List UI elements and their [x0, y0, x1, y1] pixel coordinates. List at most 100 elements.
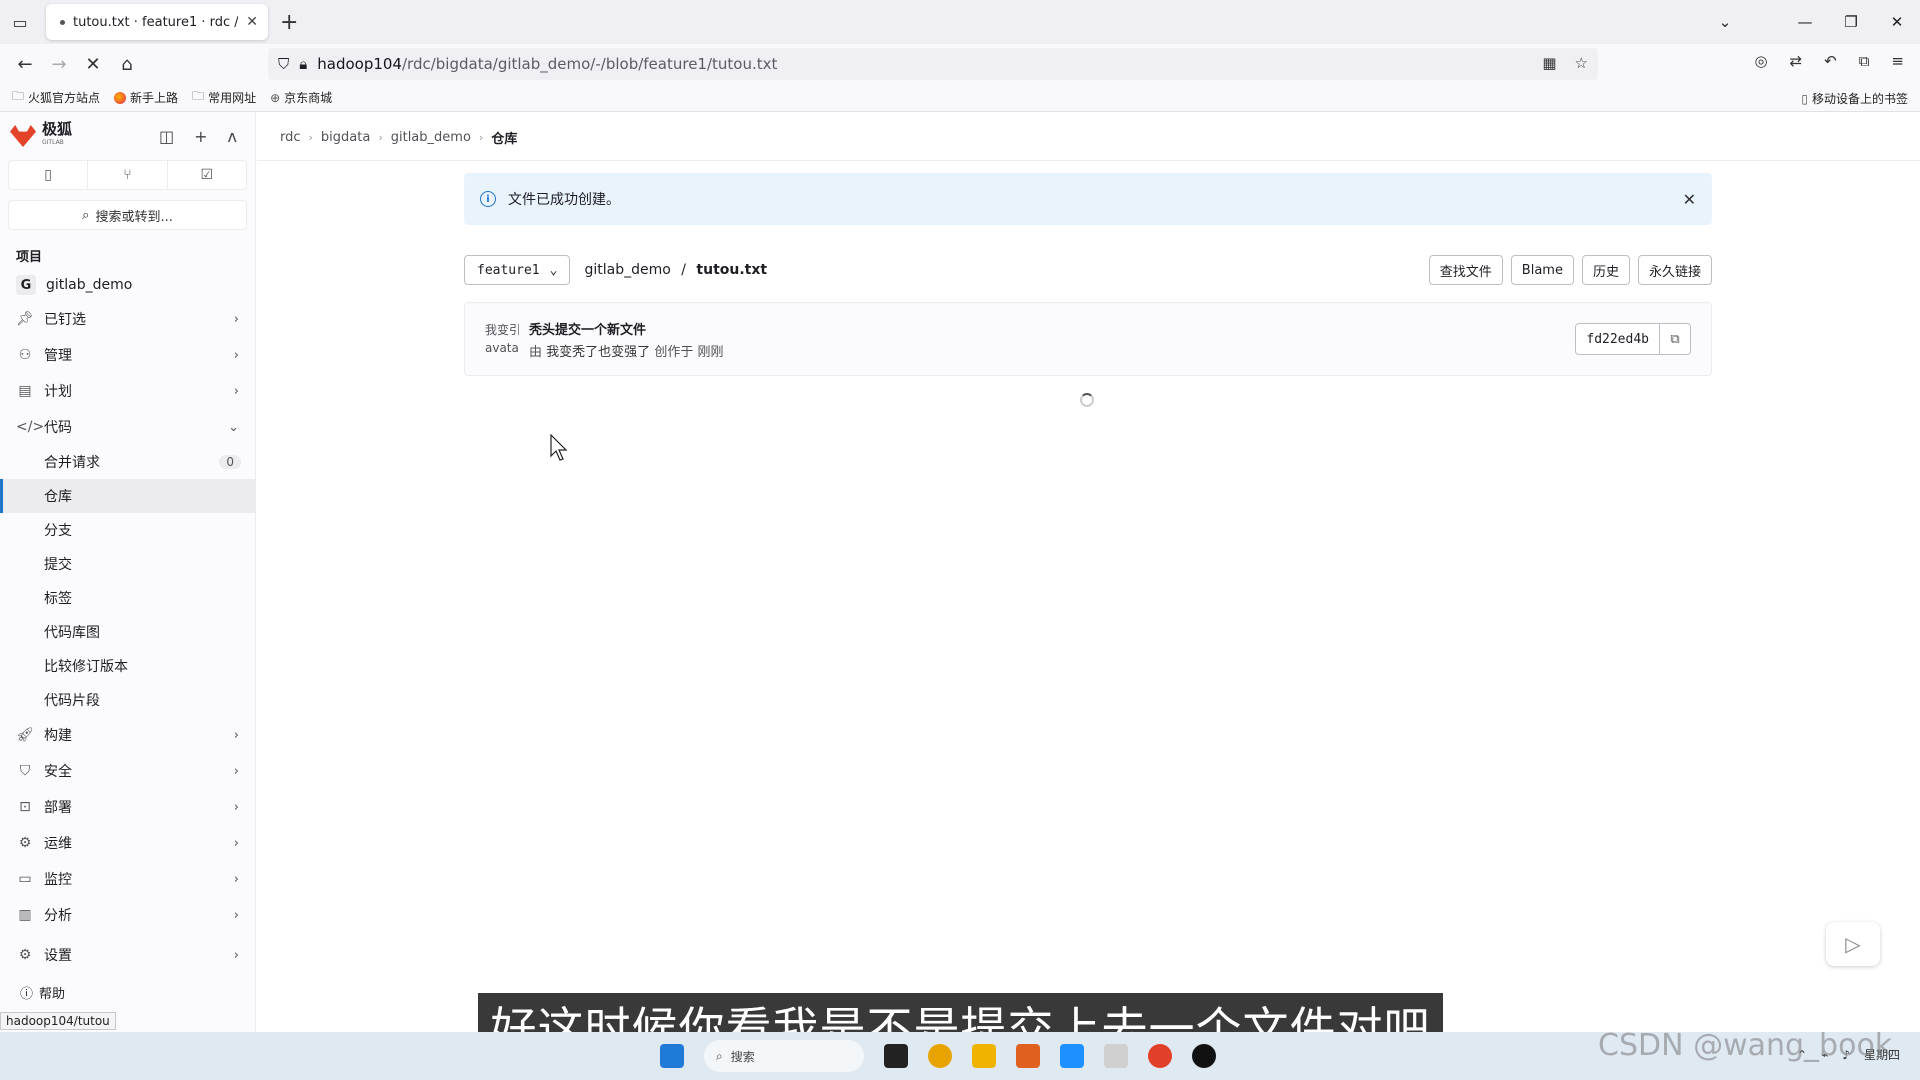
blame-button[interactable]: Blame [1510, 255, 1574, 285]
breadcrumb-repository[interactable]: 仓库 [491, 128, 517, 147]
breadcrumb-separator-icon: › [478, 131, 484, 144]
chevron-right-icon: › [233, 907, 239, 923]
sidebar-subitem-compare-revisions[interactable]: 比较修订版本 [0, 649, 255, 683]
permalink-button[interactable]: 永久链接 [1637, 255, 1712, 285]
restore-icon[interactable]: ❐ [1828, 13, 1874, 31]
sidebar-subitem-branches[interactable]: 分支 [0, 513, 255, 547]
alert-close-icon[interactable]: ✕ [1683, 190, 1696, 209]
sidebar-item-plan[interactable]: ▤ 计划 › [0, 373, 255, 409]
windows-start-icon[interactable] [660, 1044, 684, 1068]
back-arrow-icon[interactable]: ← [10, 49, 40, 79]
forward-arrow-icon[interactable]: → [44, 49, 74, 79]
history-button[interactable]: 历史 [1581, 255, 1630, 285]
breadcrumb-gitlab-demo[interactable]: gitlab_demo [391, 130, 471, 145]
commit-sha[interactable]: fd22ed4b [1576, 324, 1660, 354]
bookmark-jd[interactable]: ⊕ 京东商城 [270, 89, 332, 106]
sidebar-subitem-tags[interactable]: 标签 [0, 581, 255, 615]
chevron-right-icon: › [233, 871, 239, 887]
find-file-button[interactable]: 查找文件 [1428, 255, 1503, 285]
browser-tab-active[interactable]: tutou.txt · feature1 · rdc / big ✕ [46, 4, 268, 40]
chevron-right-icon: › [233, 799, 239, 815]
bookmark-getting-started[interactable]: 新手上路 [114, 89, 178, 106]
folder-icon: 🗀 [192, 89, 205, 103]
app-firefox-icon[interactable] [1148, 1044, 1172, 1068]
firefox-icon [114, 91, 127, 104]
issues-icon[interactable]: ▯ [9, 161, 89, 189]
sidebar-item-pinned[interactable]: 📌︎ 已钉选 › [0, 301, 255, 337]
user-avatar[interactable]: ʌ [228, 127, 237, 146]
sidebar-subitem-snippets[interactable]: 代码片段 [0, 683, 255, 717]
taskbar-search[interactable]: ⌕ 搜索 [704, 1040, 864, 1072]
new-tab-plus-icon[interactable]: + [280, 10, 298, 35]
bookmark-star-icon[interactable]: ☆ [1575, 54, 1588, 72]
tab-close-icon[interactable]: ✕ [246, 14, 258, 30]
sidebar-subitem-commits[interactable]: 提交 [0, 547, 255, 581]
sidebar-item-deploy[interactable]: ⊡ 部署 › [0, 789, 255, 825]
search-icon: ⌕ [82, 207, 90, 223]
minimize-icon[interactable]: — [1782, 13, 1828, 31]
sidebar-subitem-merge-requests[interactable]: 合并请求 0 [0, 445, 255, 479]
video-play-icon[interactable]: ▷ [1826, 922, 1880, 966]
sidebar-project[interactable]: G gitlab_demo [0, 269, 255, 301]
shield-icon[interactable]: ⛉ [278, 55, 289, 73]
copy-sha-icon[interactable]: ⧉ [1660, 324, 1690, 354]
merge-requests-icon[interactable]: ⑂ [88, 161, 168, 189]
sidebar-subitem-repository[interactable]: 仓库 [0, 479, 255, 513]
app-ide-icon[interactable] [1060, 1044, 1084, 1068]
bookmark-mobile[interactable]: ▯ 移动设备上的书签 [1801, 90, 1908, 107]
create-new-plus-icon[interactable]: + [194, 127, 207, 146]
account-icon[interactable]: ◎ [1754, 52, 1767, 70]
app-text-editor-icon[interactable] [1104, 1044, 1128, 1068]
window-close-icon[interactable]: ✕ [1874, 13, 1920, 31]
path-separator: / [681, 262, 686, 278]
url-bar[interactable]: ⛉ 🔒︎ hadoop104/rdc/bigdata/gitlab_demo/-… [268, 48, 1598, 80]
sidebar-item-code[interactable]: </> 代码 ⌄ [0, 409, 255, 445]
bookmark-firefox-official[interactable]: 🗀 火狐官方站点 [12, 87, 100, 108]
sidebar-subitem-repository-graph[interactable]: 代码库图 [0, 615, 255, 649]
app-search-tool-icon[interactable] [1016, 1044, 1040, 1068]
sidebar-item-analyze[interactable]: ▥ 分析 › [0, 897, 255, 933]
extensions-icon[interactable]: ⧉ [1859, 52, 1870, 70]
avatar[interactable]: 我变引 avatar [485, 321, 519, 357]
branch-selector[interactable]: feature1 ⌄ [464, 255, 571, 285]
sidebar-help[interactable]: ⓘ 帮助 [0, 973, 255, 1012]
bookmark-common-sites[interactable]: 🗀 常用网址 [192, 87, 256, 108]
sidebar-search-button[interactable]: ⌕ 搜索或转到... [8, 200, 247, 230]
success-alert: i 文件已成功创建。 ✕ [464, 173, 1712, 225]
todos-icon[interactable]: ☑ [168, 161, 246, 189]
breadcrumb-bigdata[interactable]: bigdata [321, 130, 370, 145]
qr-code-icon[interactable]: ▦ [1542, 54, 1556, 72]
stop-loading-icon[interactable]: ✕ [78, 49, 108, 79]
breadcrumb-rdc[interactable]: rdc [280, 130, 301, 145]
sidebar-item-monitor[interactable]: ▭ 监控 › [0, 861, 255, 897]
breadcrumb-separator-icon: › [308, 131, 313, 144]
tab-list-icon[interactable]: ▭ [0, 0, 40, 44]
undo-icon[interactable]: ↶ [1824, 52, 1837, 70]
sidebar-item-build[interactable]: 🚀︎ 构建 › [0, 717, 255, 753]
tab-overflow-chevron-icon[interactable]: ⌄ [1702, 13, 1748, 31]
app-file-explorer-icon[interactable] [972, 1044, 996, 1068]
collapse-sidebar-icon[interactable]: ◫ [159, 127, 174, 146]
sidebar-item-settings[interactable]: ⚙ 设置 › [0, 937, 255, 973]
deploy-icon: ⊡ [19, 799, 31, 815]
commit-title[interactable]: 秃头提交一个新文件 [529, 319, 723, 338]
brand-name[interactable]: 极狐 GITLAB [42, 122, 72, 150]
path-project-link[interactable]: gitlab_demo [584, 262, 670, 278]
home-icon[interactable]: ⌂ [112, 49, 142, 79]
gitlab-logo-icon[interactable] [10, 125, 36, 147]
app-terminal-icon[interactable] [884, 1044, 908, 1068]
translate-icon[interactable]: ⇄ [1790, 52, 1803, 70]
menu-icon[interactable]: ≡ [1891, 52, 1904, 70]
tab-title: tutou.txt · feature1 · rdc / big [73, 14, 239, 30]
globe-icon: ⊕ [270, 90, 281, 105]
sidebar-item-manage[interactable]: ⚇ 管理 › [0, 337, 255, 373]
chevron-down-icon: ⌄ [228, 419, 239, 435]
csdn-watermark: CSDN @wang_book [1598, 1028, 1893, 1063]
path-filename: tutou.txt [696, 262, 768, 278]
sidebar-item-operate[interactable]: ⚙ 运维 › [0, 825, 255, 861]
commit-author[interactable]: 我变秃了也变强了 [546, 345, 650, 360]
app-chrome-icon[interactable] [928, 1044, 952, 1068]
cloud-gear-icon: ⚙ [18, 835, 32, 851]
sidebar-item-security[interactable]: ⛉ 安全 › [0, 753, 255, 789]
app-music-icon[interactable] [1192, 1044, 1216, 1068]
